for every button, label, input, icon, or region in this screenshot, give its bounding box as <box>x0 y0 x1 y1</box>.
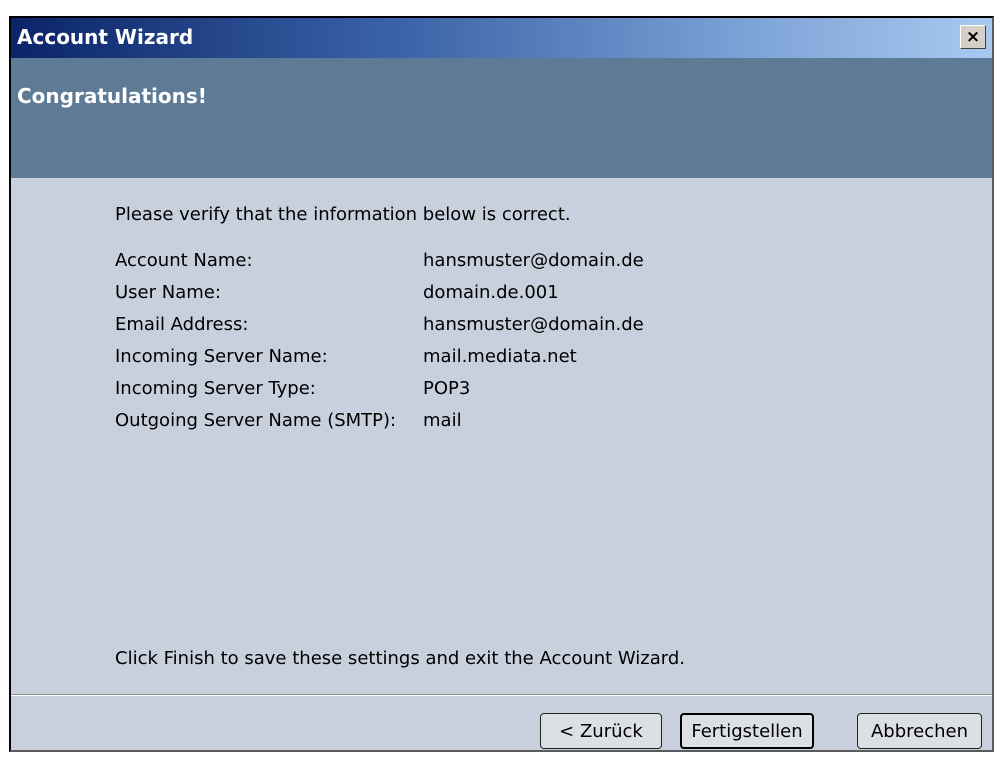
info-label: User Name: <box>115 282 221 303</box>
intro-text: Please verify that the information below… <box>115 204 571 225</box>
finish-instruction-text: Click Finish to save these settings and … <box>115 648 685 669</box>
account-info-table: Account Name: hansmuster@domain.de User … <box>115 250 644 442</box>
info-label: Incoming Server Type: <box>115 378 316 399</box>
info-row-account-name: Account Name: hansmuster@domain.de <box>115 250 644 282</box>
wizard-header-banner: Congratulations! <box>11 58 992 178</box>
info-value: POP3 <box>423 378 471 399</box>
cancel-button[interactable]: Abbrechen <box>857 713 982 749</box>
info-label: Outgoing Server Name (SMTP): <box>115 410 397 431</box>
info-value: mail <box>423 410 462 431</box>
info-row-incoming-server-name: Incoming Server Name: mail.mediata.net <box>115 346 644 378</box>
info-row-outgoing-server-name: Outgoing Server Name (SMTP): mail <box>115 410 644 442</box>
page-title: Congratulations! <box>17 84 207 108</box>
info-value: hansmuster@domain.de <box>423 314 644 335</box>
info-row-user-name: User Name: domain.de.001 <box>115 282 644 314</box>
info-label: Account Name: <box>115 250 253 271</box>
info-label: Incoming Server Name: <box>115 346 328 367</box>
info-label: Email Address: <box>115 314 249 335</box>
button-bar: < Zurück Fertigstellen Abbrechen <box>11 696 992 750</box>
info-value: domain.de.001 <box>423 282 559 303</box>
info-value: hansmuster@domain.de <box>423 250 644 271</box>
title-bar[interactable]: Account Wizard × <box>11 18 992 58</box>
account-wizard-window: Account Wizard × Congratulations! Please… <box>9 16 994 752</box>
back-button[interactable]: < Zurück <box>540 713 662 749</box>
window-title: Account Wizard <box>17 25 194 49</box>
info-row-email-address: Email Address: hansmuster@domain.de <box>115 314 644 346</box>
wizard-content: Please verify that the information below… <box>11 178 992 694</box>
finish-button[interactable]: Fertigstellen <box>680 713 814 749</box>
info-value: mail.mediata.net <box>423 346 577 367</box>
close-icon: × <box>965 26 981 47</box>
close-button[interactable]: × <box>960 25 986 49</box>
info-row-incoming-server-type: Incoming Server Type: POP3 <box>115 378 644 410</box>
